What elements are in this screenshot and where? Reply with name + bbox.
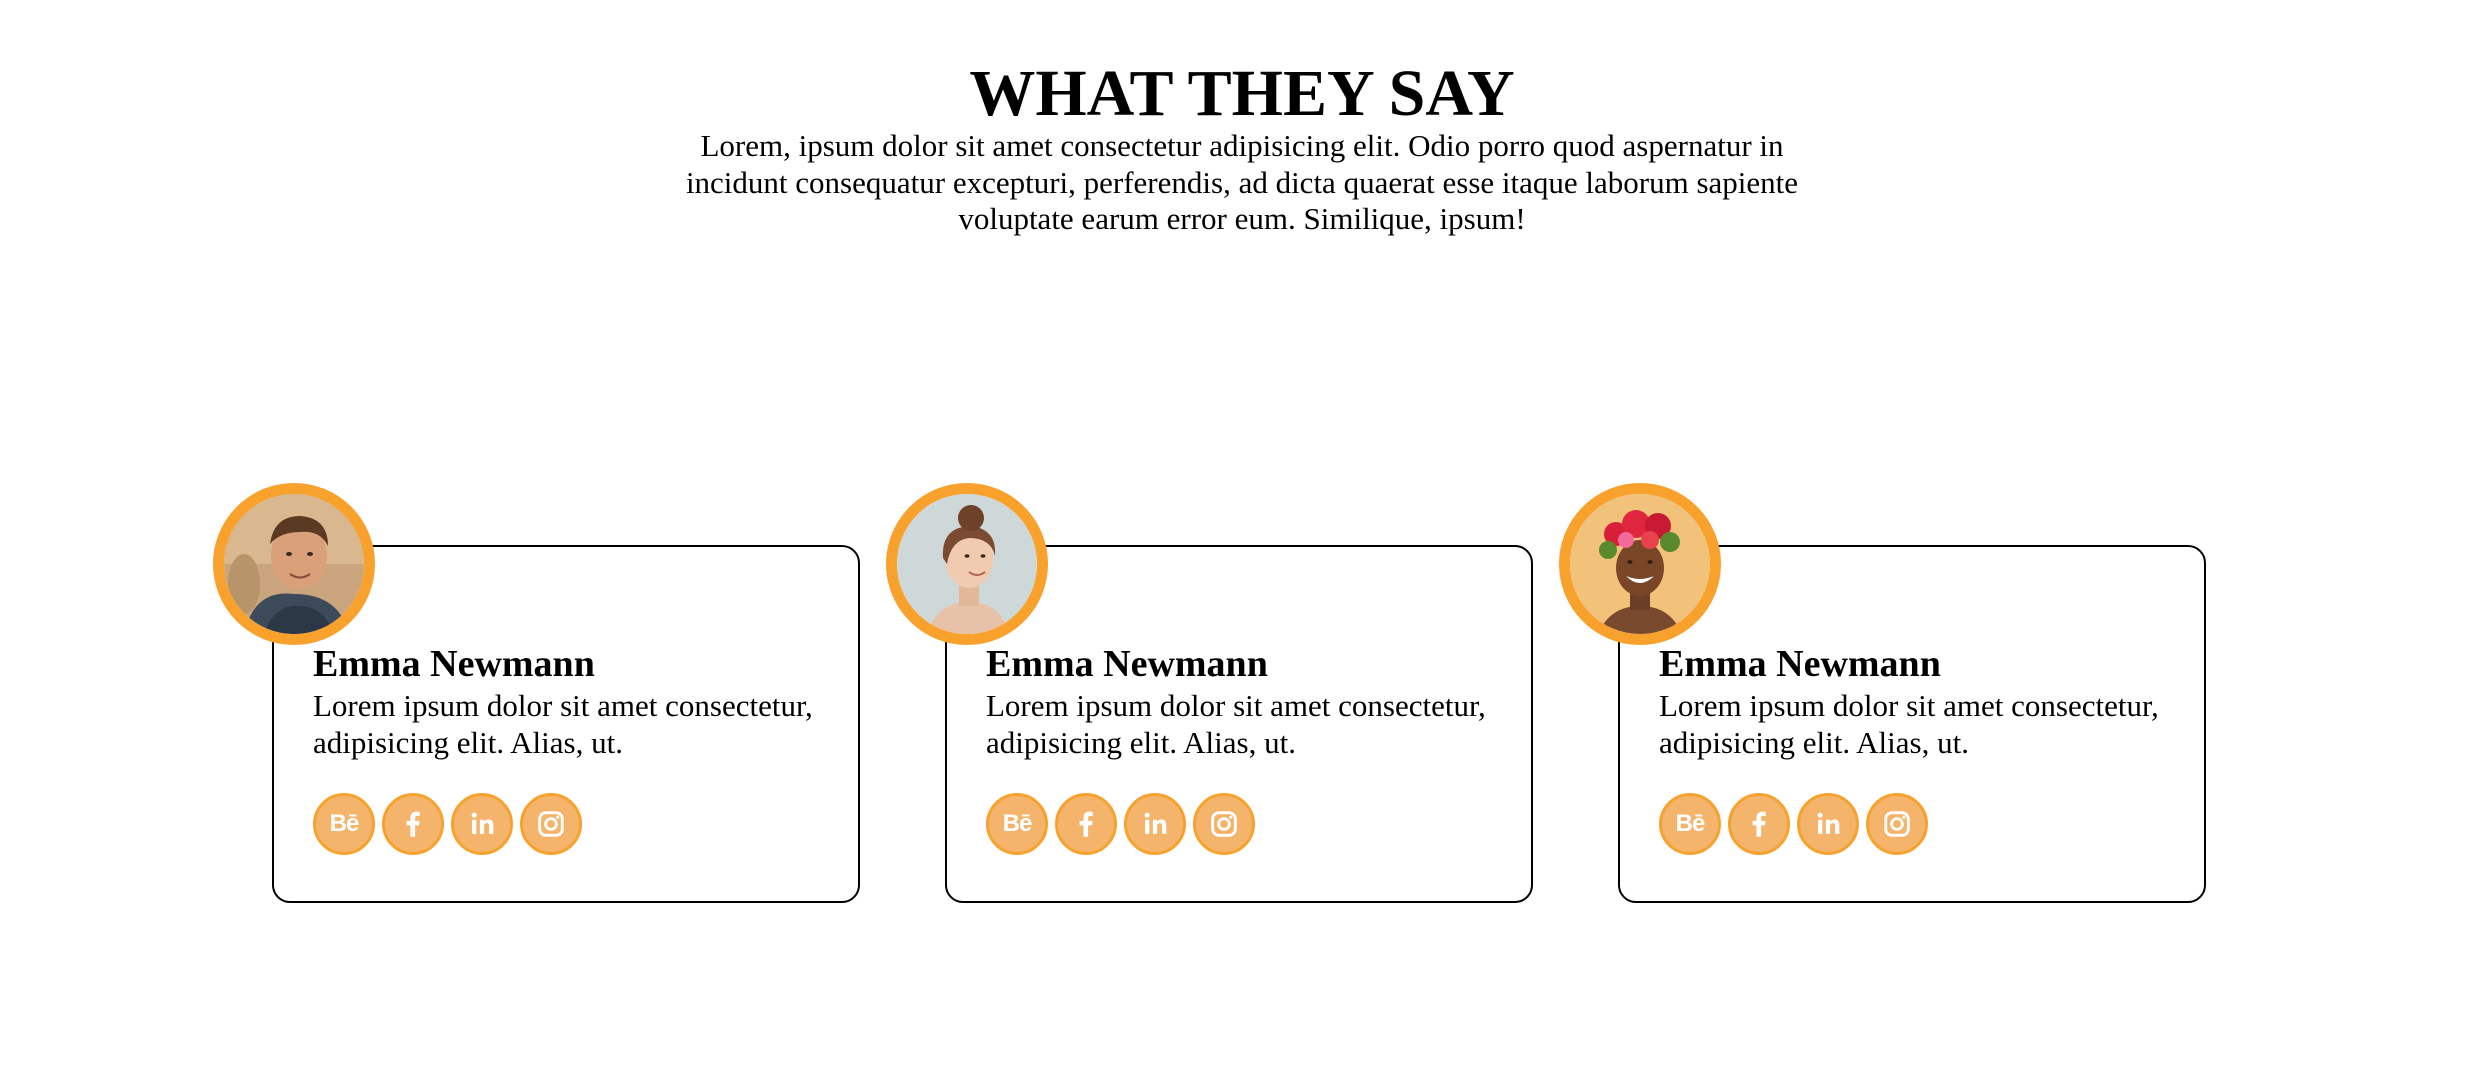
social-links: Bē xyxy=(1659,793,1928,855)
behance-link[interactable]: Bē xyxy=(1659,793,1721,855)
facebook-link[interactable] xyxy=(1055,793,1117,855)
testimonial-text: Lorem ipsum dolor sit amet consectetur, … xyxy=(313,688,813,760)
linkedin-icon xyxy=(1817,812,1840,834)
instagram-icon xyxy=(538,811,564,837)
instagram-link[interactable] xyxy=(1193,793,1255,855)
avatar xyxy=(886,483,1048,645)
facebook-link[interactable] xyxy=(1728,793,1790,855)
testimonial-name: Emma Newmann xyxy=(313,643,595,685)
avatar-photo-woman-hair-bun xyxy=(897,494,1037,634)
avatar xyxy=(1559,483,1721,645)
behance-link[interactable]: Bē xyxy=(313,793,375,855)
linkedin-link[interactable] xyxy=(1797,793,1859,855)
avatar-photo-woman-flower-crown xyxy=(1570,494,1710,634)
intro-text: Lorem, ipsum dolor sit amet consectetur … xyxy=(685,128,1799,236)
testimonial-text: Lorem ipsum dolor sit amet consectetur, … xyxy=(1659,688,2159,760)
facebook-icon xyxy=(406,811,420,837)
behance-link[interactable]: Bē xyxy=(986,793,1048,855)
behance-icon: Bē xyxy=(329,810,360,837)
instagram-icon xyxy=(1211,811,1237,837)
testimonial-name: Emma Newmann xyxy=(986,643,1268,685)
testimonial-text: Lorem ipsum dolor sit amet consectetur, … xyxy=(986,688,1486,760)
page-title: WHAT THEY SAY xyxy=(969,57,1515,130)
instagram-icon xyxy=(1884,811,1910,837)
social-links: Bē xyxy=(313,793,582,855)
avatar-photo-young-man xyxy=(224,494,364,634)
instagram-link[interactable] xyxy=(1866,793,1928,855)
linkedin-link[interactable] xyxy=(451,793,513,855)
linkedin-icon xyxy=(471,812,494,834)
testimonial-name: Emma Newmann xyxy=(1659,643,1941,685)
facebook-icon xyxy=(1752,811,1766,837)
facebook-icon xyxy=(1079,811,1093,837)
instagram-link[interactable] xyxy=(520,793,582,855)
behance-icon: Bē xyxy=(1002,810,1033,837)
avatar xyxy=(213,483,375,645)
linkedin-link[interactable] xyxy=(1124,793,1186,855)
behance-icon: Bē xyxy=(1675,810,1706,837)
facebook-link[interactable] xyxy=(382,793,444,855)
social-links: Bē xyxy=(986,793,1255,855)
linkedin-icon xyxy=(1144,812,1167,834)
